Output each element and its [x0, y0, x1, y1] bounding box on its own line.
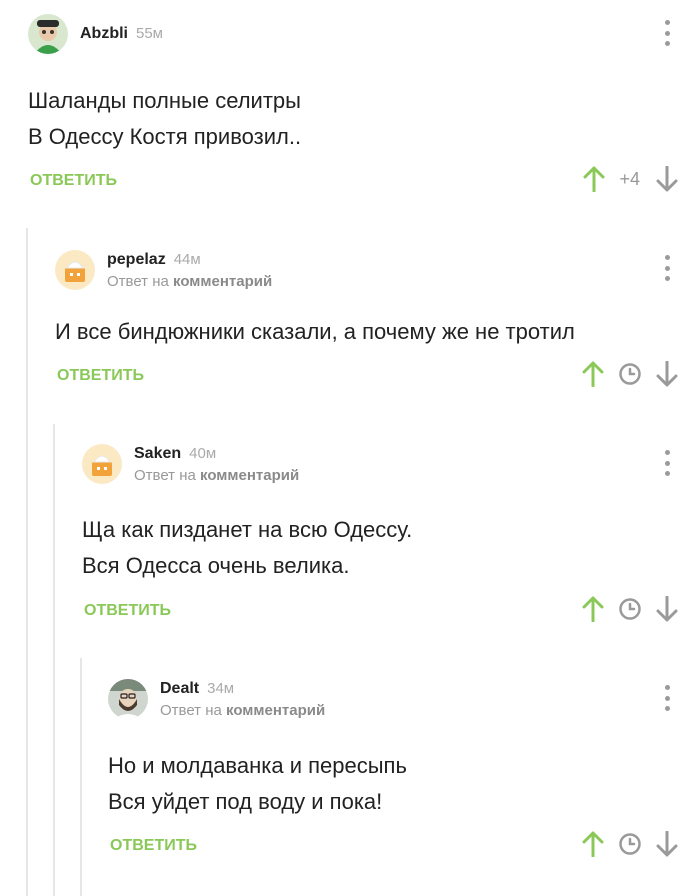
comment-text: Шаланды полные селитры В Одессу Костя пр… — [28, 83, 301, 155]
reply-reference: Ответ на комментарий — [134, 467, 299, 484]
comment-header: pepelaz 44м Ответ на комментарий — [55, 250, 272, 290]
reply-button[interactable]: ОТВЕТИТЬ — [110, 837, 197, 855]
clock-icon[interactable] — [618, 597, 642, 621]
downvote-arrow-icon[interactable] — [656, 166, 678, 192]
reply-reference: Ответ на комментарий — [160, 702, 325, 719]
comment-actions — [582, 361, 678, 387]
reply-button[interactable]: ОТВЕТИТЬ — [30, 172, 117, 190]
username[interactable]: pepelaz — [107, 251, 166, 269]
downvote-arrow-icon[interactable] — [656, 361, 678, 387]
comment-text-line: Шаланды полные селитры — [28, 88, 301, 113]
reply-prefix: Ответ на — [134, 466, 196, 484]
reply-reference: Ответ на комментарий — [107, 273, 272, 290]
comment-actions — [582, 596, 678, 622]
more-options-icon[interactable] — [662, 20, 672, 46]
comment-header: Saken 40м Ответ на комментарий — [82, 444, 299, 484]
username[interactable]: Saken — [134, 445, 181, 463]
comment-time: 55м — [136, 25, 163, 42]
more-options-icon[interactable] — [662, 685, 672, 711]
username[interactable]: Dealt — [160, 680, 199, 698]
reply-button[interactable]: ОТВЕТИТЬ — [84, 602, 171, 620]
comment-text-line: Вся уйдет под воду и пока! — [108, 789, 383, 814]
avatar[interactable] — [55, 250, 95, 290]
comment-time: 40м — [189, 444, 217, 462]
comment-header: Abzbli 55м — [28, 14, 163, 54]
comment-text-line: Вся Одесса очень велика. — [82, 553, 350, 578]
comment-text-line: И все биндюжники сказали, а почему же не… — [55, 319, 575, 344]
comment-text: Ща как пизданет на всю Одессу. Вся Одесс… — [82, 512, 412, 584]
reply-target-link[interactable]: комментарий — [173, 273, 272, 290]
clock-icon[interactable] — [618, 362, 642, 386]
comment-text: И все биндюжники сказали, а почему же не… — [55, 314, 575, 350]
upvote-arrow-icon[interactable] — [582, 831, 604, 857]
downvote-arrow-icon[interactable] — [656, 596, 678, 622]
avatar[interactable] — [82, 444, 122, 484]
thread-line-level-3 — [80, 658, 82, 896]
comment-actions: +4 — [583, 166, 678, 192]
avatar[interactable] — [28, 14, 68, 54]
comment-text-line: Но и молдаванка и пересыпь — [108, 753, 407, 778]
comment-text: Но и молдаванка и пересыпь Вся уйдет под… — [108, 748, 407, 820]
comment-actions — [582, 831, 678, 857]
reply-button[interactable]: ОТВЕТИТЬ — [57, 367, 144, 385]
comment-rating: +4 — [619, 168, 640, 189]
more-options-icon[interactable] — [662, 450, 672, 476]
more-options-icon[interactable] — [662, 255, 672, 281]
clock-icon[interactable] — [618, 832, 642, 856]
avatar[interactable] — [108, 679, 148, 719]
thread-line-level-2 — [53, 424, 55, 896]
comment-text-line: Ща как пизданет на всю Одессу. — [82, 517, 413, 542]
reply-target-link[interactable]: комментарий — [200, 467, 299, 484]
reply-prefix: Ответ на — [160, 701, 222, 719]
thread-line-level-1 — [26, 228, 28, 896]
comment-time: 44м — [173, 250, 201, 268]
upvote-arrow-icon[interactable] — [582, 596, 604, 622]
username[interactable]: Abzbli — [80, 25, 128, 43]
reply-prefix: Ответ на — [107, 272, 169, 290]
upvote-arrow-icon[interactable] — [583, 166, 605, 192]
comment-time: 34м — [207, 679, 235, 697]
upvote-arrow-icon[interactable] — [582, 361, 604, 387]
reply-target-link[interactable]: комментарий — [226, 702, 325, 719]
comment-header: Dealt 34м Ответ на комментарий — [108, 679, 325, 719]
comment-text-line: В Одессу Костя привозил.. — [28, 124, 302, 149]
downvote-arrow-icon[interactable] — [656, 831, 678, 857]
